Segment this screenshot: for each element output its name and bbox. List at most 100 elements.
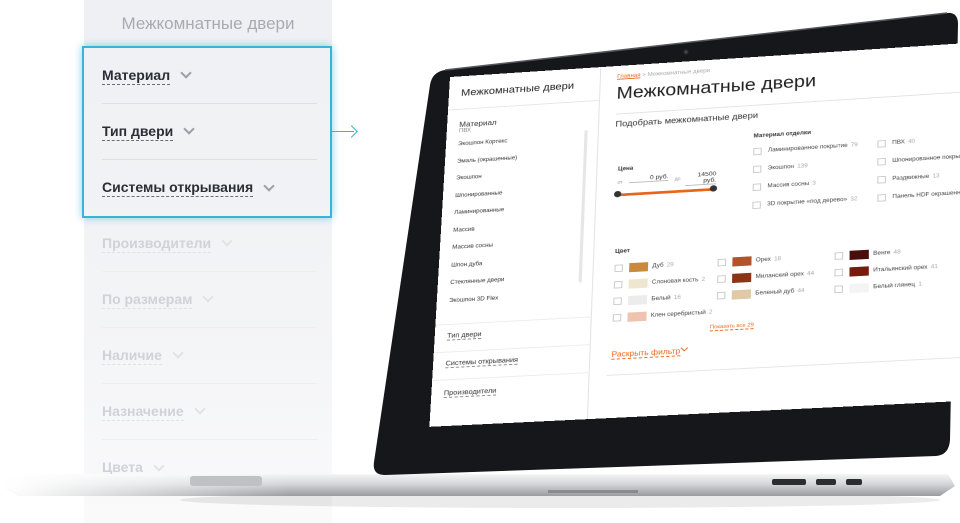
option-count: 139 bbox=[797, 163, 808, 170]
color-swatch bbox=[627, 311, 647, 322]
option-label: Панель HDF окрашенная bbox=[892, 190, 960, 200]
option-count: 40 bbox=[908, 139, 916, 145]
option-label: Орех bbox=[755, 257, 771, 264]
finish-option[interactable]: Шпонированное покрытие35 bbox=[877, 152, 960, 166]
laptop-screen: Межкомнатные двери Материал ПВХ Экошпон … bbox=[429, 39, 960, 427]
price-label: Цена bbox=[617, 166, 634, 173]
option-label: Раздвижные bbox=[892, 174, 930, 182]
color-swatch bbox=[628, 278, 648, 289]
color-swatch bbox=[731, 289, 752, 300]
color-swatch bbox=[629, 262, 649, 273]
checkbox[interactable] bbox=[877, 193, 886, 202]
color-title: Цвет bbox=[615, 248, 631, 255]
scrollbar[interactable] bbox=[578, 130, 588, 283]
divider bbox=[432, 372, 590, 382]
price-max-input[interactable]: 14500 руб. bbox=[684, 170, 717, 187]
color-option[interactable]: Беленый дуб 44 bbox=[716, 286, 805, 300]
color-option[interactable]: Дуб 29 bbox=[614, 261, 674, 273]
divider bbox=[448, 99, 601, 111]
show-all-colors-link[interactable]: Показать все 29 bbox=[709, 322, 754, 332]
site-section-opening-systems[interactable]: Системы открывания bbox=[445, 357, 519, 369]
checkbox[interactable] bbox=[877, 157, 886, 166]
checkbox[interactable] bbox=[877, 175, 886, 184]
finish-option[interactable]: 3D покрытие «под дерево» 32 bbox=[752, 196, 858, 210]
finish-option[interactable]: Ламинированное покрытие 79 bbox=[753, 142, 858, 156]
option-label: ПВХ bbox=[892, 139, 905, 146]
finish-option[interactable]: Раздвижные 13 bbox=[877, 173, 940, 184]
option-count: 16 bbox=[673, 295, 681, 301]
checkbox[interactable] bbox=[752, 183, 762, 192]
color-option[interactable]: Белый глянец 1 bbox=[834, 280, 922, 294]
divider bbox=[433, 344, 591, 354]
finish-option[interactable]: ПВХ 40 bbox=[877, 138, 916, 148]
site-section-label: Тип двери bbox=[446, 331, 482, 341]
checkbox[interactable] bbox=[613, 280, 623, 289]
option-label: Белый bbox=[651, 295, 671, 303]
checkbox[interactable] bbox=[752, 165, 762, 174]
site-section-label: Производители bbox=[443, 387, 497, 399]
site-sidebar: Межкомнатные двери Материал ПВХ Экошпон … bbox=[429, 67, 602, 427]
divider bbox=[435, 316, 592, 326]
price-from-label: от bbox=[617, 180, 623, 186]
option-label: Миланский орех bbox=[755, 271, 804, 280]
color-option[interactable]: Итальянский орех 41 bbox=[834, 262, 938, 277]
option-count: 2 bbox=[701, 277, 706, 283]
option-label: Итальянский орех bbox=[873, 264, 928, 274]
color-swatch bbox=[627, 295, 648, 306]
finish-option[interactable]: Экошпон 139 bbox=[752, 163, 808, 174]
color-option[interactable]: Клен серебристый 2 bbox=[612, 308, 713, 323]
expand-filter-link[interactable]: Раскрыть фильтр bbox=[611, 346, 681, 360]
checkbox[interactable] bbox=[834, 268, 844, 277]
price-slider-track[interactable] bbox=[617, 187, 714, 197]
color-swatch bbox=[849, 266, 869, 277]
price-slider-max-handle[interactable] bbox=[709, 185, 718, 192]
option-count: 32 bbox=[850, 196, 858, 203]
color-swatch bbox=[732, 272, 752, 284]
checkbox[interactable] bbox=[834, 285, 844, 294]
color-swatch bbox=[732, 256, 752, 267]
option-label: Слоновая кость bbox=[651, 277, 699, 286]
breadcrumb: Главная > Межкомнатные двери bbox=[617, 69, 710, 80]
checkbox[interactable] bbox=[834, 252, 844, 260]
site-section-label: Системы открывания bbox=[445, 357, 519, 369]
option-label: Экошпон bbox=[767, 164, 795, 172]
breadcrumb-home-link[interactable]: Главная bbox=[617, 73, 640, 80]
color-option[interactable]: Венге 48 bbox=[834, 248, 901, 261]
finish-option[interactable]: Массив сосны 3 bbox=[752, 180, 816, 192]
price-to-label: до bbox=[674, 176, 681, 183]
price-min-input[interactable]: 0 руб. bbox=[628, 173, 669, 184]
checkbox[interactable] bbox=[717, 275, 726, 283]
checkbox[interactable] bbox=[753, 147, 762, 156]
option-label: Дуб bbox=[652, 263, 664, 270]
color-option[interactable]: Миланский орех 44 bbox=[717, 269, 814, 284]
option-label: 3D покрытие «под дерево» bbox=[767, 197, 848, 208]
option-count: 41 bbox=[930, 264, 938, 271]
filter-subheading: Подобрать межкомнатные двери bbox=[615, 110, 759, 129]
option-count: 13 bbox=[932, 173, 940, 180]
site-material-heading[interactable]: Материал bbox=[459, 119, 497, 129]
checkbox[interactable] bbox=[614, 264, 624, 273]
chevron-down-icon bbox=[680, 344, 689, 352]
option-count: 18 bbox=[773, 256, 782, 263]
site-section-door-type[interactable]: Тип двери bbox=[446, 331, 482, 341]
color-option[interactable]: Слоновая кость 2 bbox=[613, 275, 706, 289]
site-material-selected: ПВХ bbox=[458, 128, 472, 135]
option-count: 2 bbox=[708, 309, 713, 316]
checkbox[interactable] bbox=[752, 201, 761, 210]
finish-option[interactable]: Панель HDF окрашенная4 bbox=[877, 189, 960, 202]
checkbox[interactable] bbox=[716, 291, 726, 300]
site-section-manufacturers[interactable]: Производители bbox=[443, 387, 497, 399]
color-option[interactable]: Орех 18 bbox=[717, 255, 782, 268]
checkbox[interactable] bbox=[612, 313, 622, 322]
list-item[interactable]: Экошпон 3D Flex bbox=[448, 295, 510, 316]
divider bbox=[606, 354, 960, 376]
price-slider-min-handle[interactable] bbox=[613, 190, 622, 198]
color-option[interactable]: Белый 16 bbox=[613, 293, 681, 306]
checkbox[interactable] bbox=[717, 258, 727, 267]
option-count: 29 bbox=[666, 262, 674, 269]
checkbox[interactable] bbox=[877, 140, 886, 148]
option-count: 44 bbox=[797, 288, 805, 295]
option-label: Шпонированное покрытие bbox=[892, 153, 960, 164]
checkbox[interactable] bbox=[613, 297, 622, 306]
option-label: Массив сосны bbox=[767, 181, 810, 190]
